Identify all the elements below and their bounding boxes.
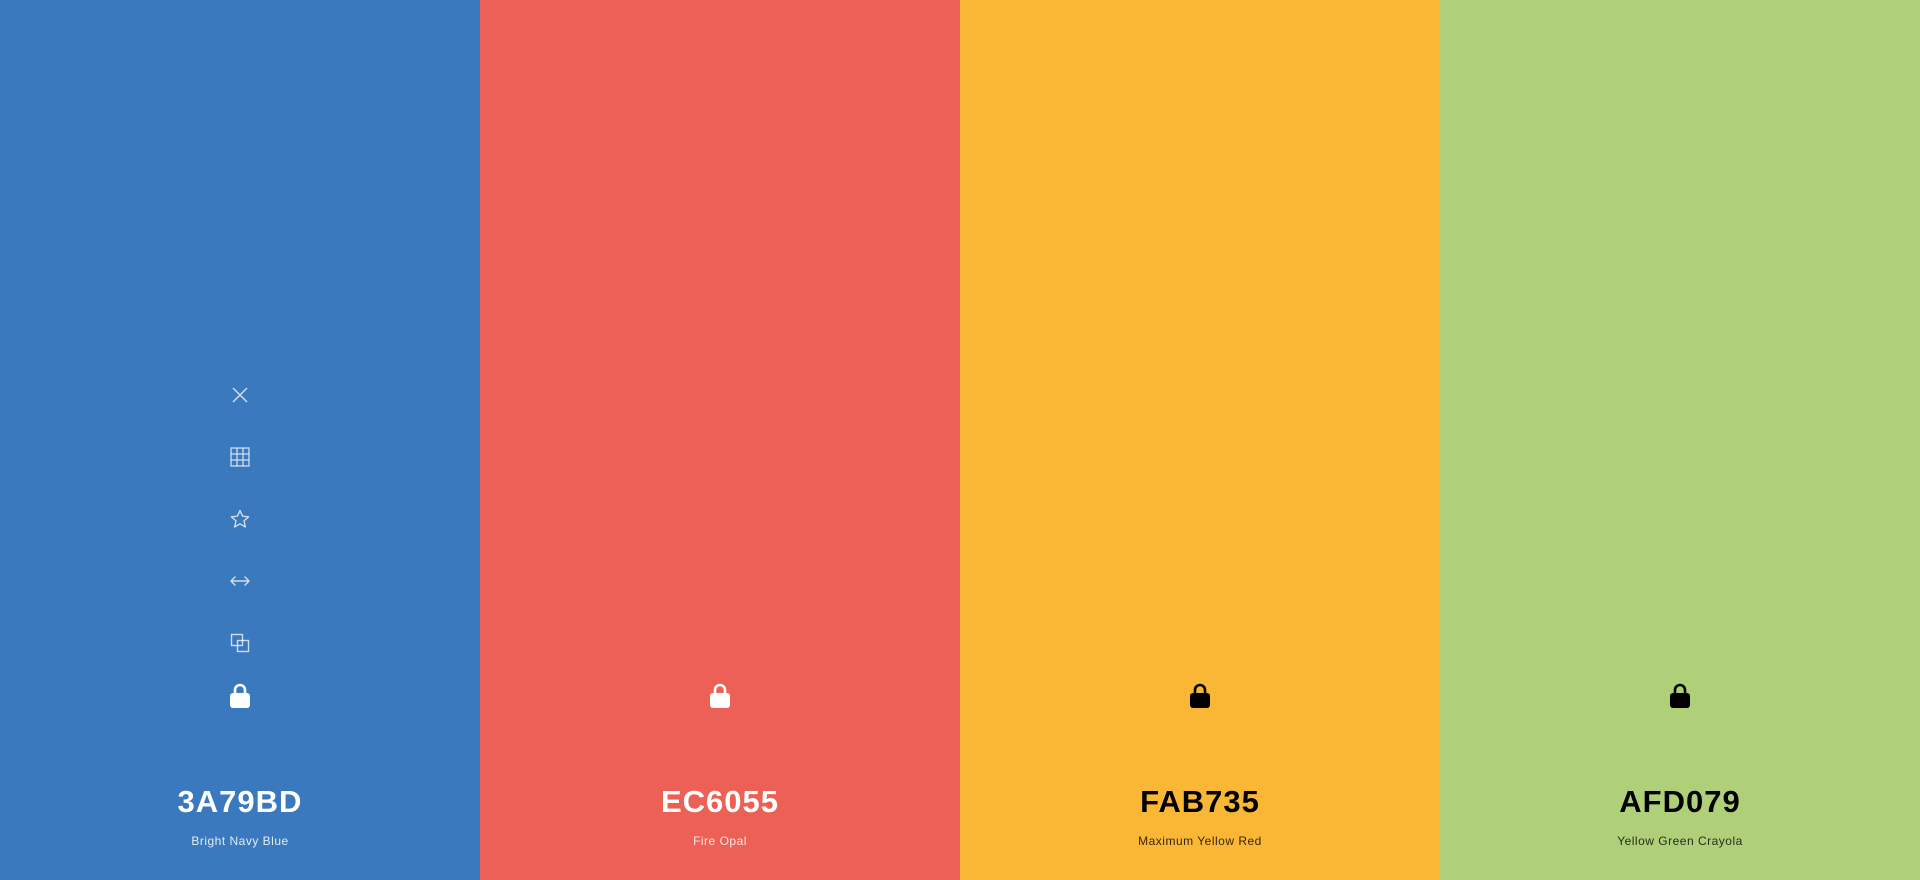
swatch-fire-opal[interactable]: EC6055 Fire Opal <box>480 0 960 880</box>
star-icon <box>230 509 250 528</box>
close-icon <box>232 387 248 403</box>
swatch-bright-navy-blue[interactable]: 3A79BD Bright Navy Blue <box>0 0 480 880</box>
lock-icon <box>230 683 250 708</box>
hex-code[interactable]: FAB735 <box>960 784 1440 820</box>
lock-icon <box>710 683 730 708</box>
lock-color-button[interactable] <box>1180 677 1220 715</box>
drag-color-handle[interactable] <box>220 550 260 612</box>
grid-icon <box>230 447 250 467</box>
hex-code[interactable]: 3A79BD <box>0 784 480 820</box>
arrows-horizontal-icon <box>230 576 250 586</box>
copy-hex-button[interactable] <box>220 612 260 674</box>
color-name[interactable]: Fire Opal <box>480 834 960 848</box>
color-name[interactable]: Maximum Yellow Red <box>960 834 1440 848</box>
remove-color-button[interactable] <box>220 364 260 426</box>
view-shades-button[interactable] <box>220 426 260 488</box>
color-palette: 3A79BD Bright Navy Blue EC6055 Fire Opal… <box>0 0 1920 880</box>
lock-color-button[interactable] <box>700 677 740 715</box>
lock-icon <box>1670 683 1690 708</box>
copy-icon <box>230 633 250 653</box>
lock-color-button[interactable] <box>1660 677 1700 715</box>
color-name[interactable]: Yellow Green Crayola <box>1440 834 1920 848</box>
color-name[interactable]: Bright Navy Blue <box>0 834 480 848</box>
hex-code[interactable]: AFD079 <box>1440 784 1920 820</box>
lock-icon <box>1190 683 1210 708</box>
swatch-toolbar <box>220 364 260 674</box>
swatch-yellow-green-crayola[interactable]: AFD079 Yellow Green Crayola <box>1440 0 1920 880</box>
lock-color-button[interactable] <box>220 677 260 715</box>
swatch-maximum-yellow-red[interactable]: FAB735 Maximum Yellow Red <box>960 0 1440 880</box>
hex-code[interactable]: EC6055 <box>480 784 960 820</box>
save-color-button[interactable] <box>220 488 260 550</box>
